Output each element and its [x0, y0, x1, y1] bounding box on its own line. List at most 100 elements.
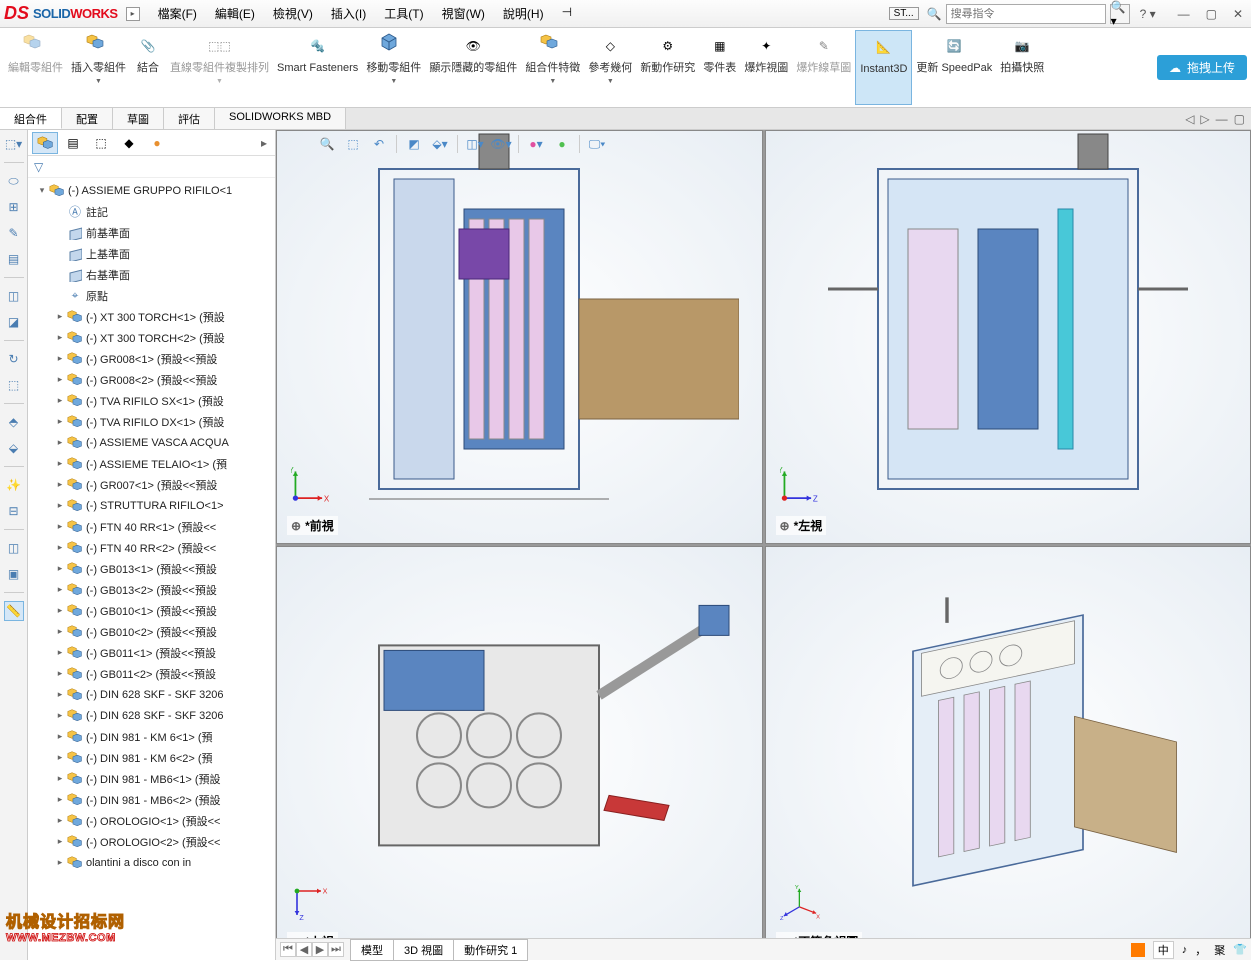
- move-component-button[interactable]: 移動零組件▼: [362, 30, 425, 105]
- tree-component[interactable]: ▸(-) GR008<1> (預設<<預設: [28, 348, 275, 369]
- tree-component[interactable]: ▸(-) DIN 628 SKF - SKF 3206: [28, 705, 275, 726]
- ime-mode1[interactable]: ♪: [1182, 944, 1188, 956]
- tab-mbd[interactable]: SOLIDWORKS MBD: [215, 108, 346, 129]
- tab-next[interactable]: ▶: [312, 942, 328, 957]
- tree-tab-appearance[interactable]: ●: [144, 132, 170, 154]
- menu-window[interactable]: 視窗(W): [434, 3, 493, 24]
- tree-component[interactable]: ▸(-) GB013<2> (預設<<預設: [28, 579, 275, 600]
- tool-asm2[interactable]: ⬙: [4, 438, 24, 458]
- viewport-iso[interactable]: XYZ ⊕*不等角視圖: [765, 546, 1251, 960]
- assembly-features-button[interactable]: 組合件特徵▼: [521, 30, 584, 105]
- zoom-area[interactable]: ⬚: [342, 133, 364, 155]
- tree-component[interactable]: ▸(-) XT 300 TORCH<1> (預設: [28, 306, 275, 327]
- tree-tab-config[interactable]: ⬚: [88, 132, 114, 154]
- explode-sketch-button[interactable]: ✎爆炸線草圖: [792, 30, 855, 105]
- tree-component[interactable]: ▸(-) GR007<1> (預設<<預設: [28, 474, 275, 495]
- tool-sketch[interactable]: ✎: [4, 223, 24, 243]
- tree-component[interactable]: ▸(-) GB013<1> (預設<<預設: [28, 558, 275, 579]
- btab-3dview[interactable]: 3D 視圖: [393, 939, 454, 961]
- tool-grid[interactable]: ⊞: [4, 197, 24, 217]
- tree-component[interactable]: ▸(-) TVA RIFILO SX<1> (預設: [28, 390, 275, 411]
- tree-right-plane[interactable]: 右基準面: [28, 264, 275, 285]
- tree-component[interactable]: ▸(-) DIN 981 - MB6<1> (預設: [28, 768, 275, 789]
- view-orient[interactable]: ⬙▾: [429, 133, 451, 155]
- tool-layer[interactable]: ▤: [4, 249, 24, 269]
- tool-star[interactable]: ✨: [4, 475, 24, 495]
- command-search-input[interactable]: [951, 8, 1101, 20]
- recent-dropdown[interactable]: ▸: [126, 7, 140, 21]
- viewport-next[interactable]: ▷: [1200, 112, 1209, 126]
- prev-view[interactable]: ↶: [368, 133, 390, 155]
- menu-view[interactable]: 檢視(V): [265, 3, 321, 24]
- viewport-maximize[interactable]: ▢: [1234, 112, 1245, 126]
- tab-sketch[interactable]: 草圖: [113, 108, 164, 129]
- tool-filter[interactable]: ⬚: [4, 375, 24, 395]
- viewport-top[interactable]: XZ ⊕*上視: [276, 546, 763, 960]
- tree-filter-bar[interactable]: ▽: [28, 156, 275, 178]
- tool-measure[interactable]: 📏: [4, 601, 24, 621]
- exploded-view-button[interactable]: ✦爆炸視圖: [740, 30, 792, 105]
- tree-component[interactable]: ▸(-) DIN 981 - KM 6<2> (預: [28, 747, 275, 768]
- appearance[interactable]: ●▾: [525, 133, 547, 155]
- command-search[interactable]: [946, 4, 1106, 24]
- tool-select[interactable]: ⬭: [4, 171, 24, 191]
- viewport-minimize[interactable]: —: [1216, 112, 1228, 126]
- btab-model[interactable]: 模型: [350, 939, 394, 961]
- tree-component[interactable]: ▸olantini a disco con in: [28, 852, 275, 873]
- tree-component[interactable]: ▸(-) XT 300 TORCH<2> (預設: [28, 327, 275, 348]
- menu-edit[interactable]: 編輯(E): [207, 3, 263, 24]
- menu-tools[interactable]: 工具(T): [376, 3, 431, 24]
- smart-fasteners-button[interactable]: 🔩Smart Fasteners: [273, 30, 362, 105]
- tree-component[interactable]: ▸(-) GB010<2> (預設<<預設: [28, 621, 275, 642]
- reference-geometry-button[interactable]: ◇參考幾何▼: [584, 30, 636, 105]
- tool-cube2[interactable]: ◪: [4, 312, 24, 332]
- show-hidden-button[interactable]: 👁顯示隱藏的零組件: [425, 30, 521, 105]
- bom-button[interactable]: ▦零件表: [699, 30, 740, 105]
- viewport-left[interactable]: ZY ⊕*左視: [765, 130, 1251, 544]
- tree-component[interactable]: ▸(-) GB011<2> (預設<<預設: [28, 663, 275, 684]
- tree-component[interactable]: ▸(-) DIN 981 - MB6<2> (預設: [28, 789, 275, 810]
- display-style[interactable]: ◫▾: [464, 133, 486, 155]
- tree-tab-property[interactable]: ▤: [60, 132, 86, 154]
- menu-file[interactable]: 檔案(F): [150, 3, 205, 24]
- tool-grid2[interactable]: ⊟: [4, 501, 24, 521]
- linear-pattern-button[interactable]: ⬚⬚直線零組件複製排列▼: [166, 30, 273, 105]
- viewport-prev[interactable]: ◁: [1185, 112, 1194, 126]
- tree-component[interactable]: ▸(-) GB011<1> (預設<<預設: [28, 642, 275, 663]
- section-view[interactable]: ◩: [403, 133, 425, 155]
- btab-motion[interactable]: 動作研究 1: [453, 939, 528, 961]
- view-settings[interactable]: 🖵▾: [586, 133, 608, 155]
- tree-tab-feature[interactable]: [32, 132, 58, 154]
- help-button[interactable]: ? ▾: [1134, 7, 1162, 21]
- tool-refresh[interactable]: ↻: [4, 349, 24, 369]
- ime-icon[interactable]: 👕: [1233, 943, 1247, 956]
- tree-collapse[interactable]: ▸: [257, 136, 271, 150]
- insert-component-button[interactable]: 插入零組件▼: [67, 30, 130, 105]
- upload-button[interactable]: ☁拖拽上传: [1157, 55, 1247, 80]
- scene[interactable]: ●: [551, 133, 573, 155]
- menu-help[interactable]: 說明(H): [495, 3, 552, 24]
- viewport-front[interactable]: XY ⊕*前視: [276, 130, 763, 544]
- tree-component[interactable]: ▸(-) FTN 40 RR<1> (預設<<: [28, 516, 275, 537]
- speedpak-button[interactable]: 🔄更新 SpeedPak: [912, 30, 996, 105]
- edit-component-button[interactable]: 編輯零組件: [4, 30, 67, 105]
- zoom-fit[interactable]: 🔍: [316, 133, 338, 155]
- tree-component[interactable]: ▸(-) GB010<1> (預設<<預設: [28, 600, 275, 621]
- tab-configurations[interactable]: 配置: [62, 108, 113, 129]
- ime-lang[interactable]: 中: [1153, 941, 1174, 959]
- tree-component[interactable]: ▸(-) ASSIEME VASCA ACQUA: [28, 432, 275, 453]
- tree-component[interactable]: ▸(-) STRUTTURA RIFILO<1>: [28, 495, 275, 516]
- tree-origin[interactable]: ⌖原點: [28, 285, 275, 306]
- tree-component[interactable]: ▸(-) OROLOGIO<2> (預設<<: [28, 831, 275, 852]
- tree-component[interactable]: ▸(-) DIN 981 - KM 6<1> (預: [28, 726, 275, 747]
- minimize-button[interactable]: —: [1174, 7, 1194, 21]
- snapshot-button[interactable]: 📷拍攝快照: [996, 30, 1048, 105]
- tree-component[interactable]: ▸(-) TVA RIFILO DX<1> (預設: [28, 411, 275, 432]
- tool-box2[interactable]: ▣: [4, 564, 24, 584]
- tree-component[interactable]: ▸(-) DIN 628 SKF - SKF 3206: [28, 684, 275, 705]
- tree-top-plane[interactable]: 上基準面: [28, 243, 275, 264]
- tree-annotations[interactable]: Ⓐ註記: [28, 201, 275, 222]
- tree-component[interactable]: ▸(-) GR008<2> (預設<<預設: [28, 369, 275, 390]
- tree-tab-display[interactable]: ◆: [116, 132, 142, 154]
- menu-pin[interactable]: ⊣: [554, 3, 580, 24]
